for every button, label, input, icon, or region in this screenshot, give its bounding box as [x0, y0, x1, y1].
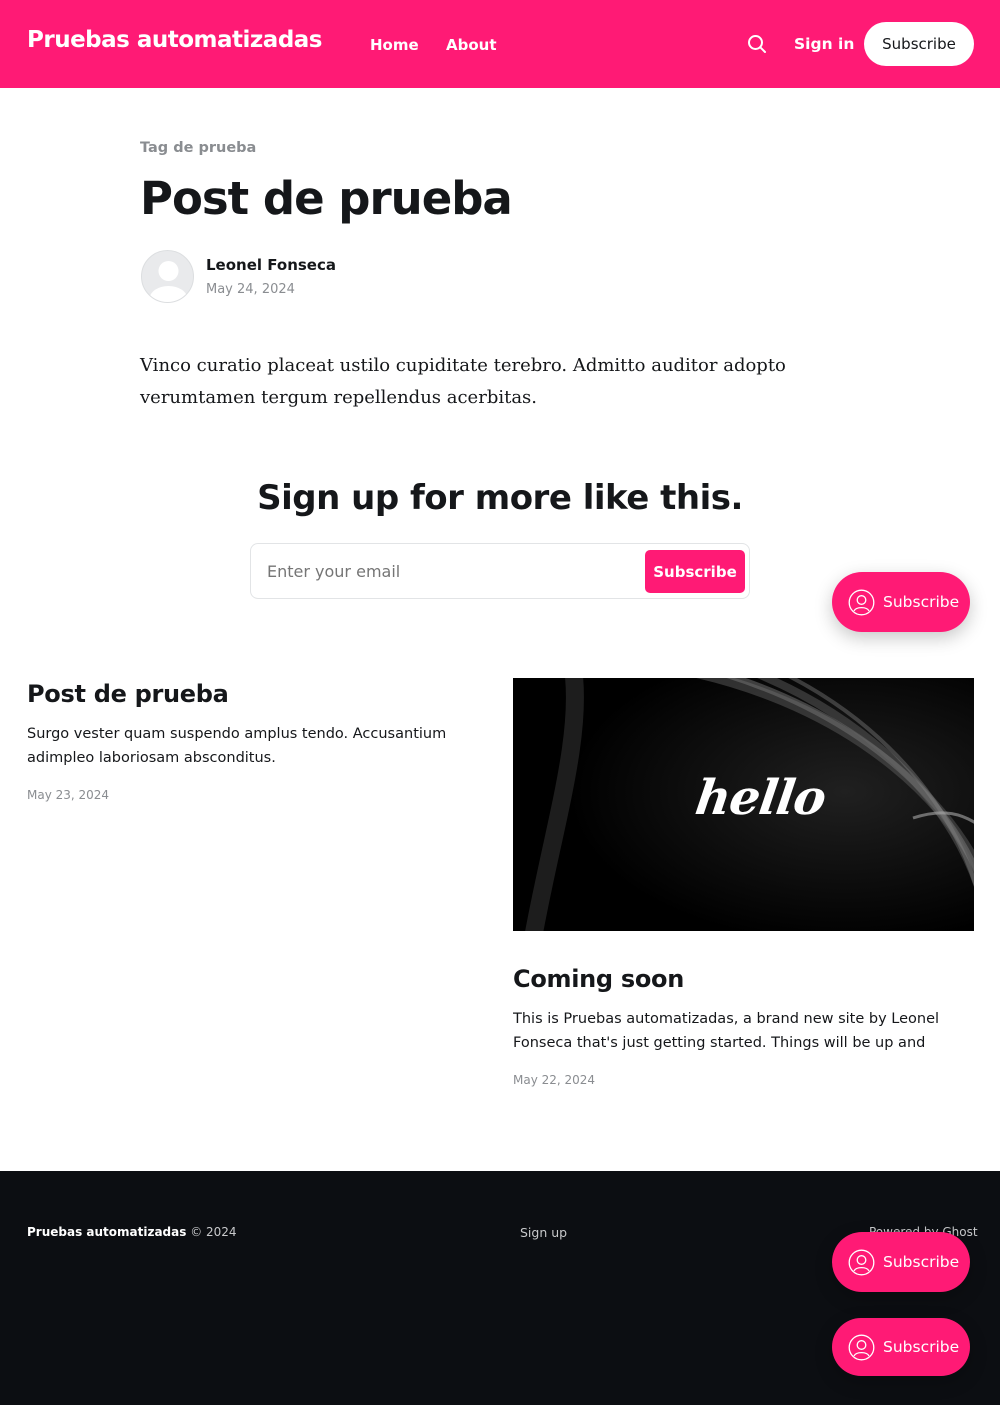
header-subscribe-button[interactable]: Subscribe	[864, 22, 974, 66]
feed-card-excerpt: This is Pruebas automatizadas, a brand n…	[513, 1011, 940, 1051]
portal-subscribe-button[interactable]: Subscribe	[832, 1232, 970, 1292]
site-title[interactable]: Pruebas automatizadas	[27, 27, 323, 53]
portal-subscribe-label: Subscribe	[883, 593, 960, 611]
email-input[interactable]	[267, 562, 627, 581]
post-content: Vinco curatio placeat ustilo cupiditate …	[140, 355, 786, 408]
sign-in-link[interactable]: Sign in	[794, 35, 854, 53]
author-avatar[interactable]	[141, 250, 194, 303]
user-circle-icon	[848, 589, 875, 615]
page-title: Post de prueba	[140, 172, 513, 225]
feed-card-title[interactable]: Post de prueba	[27, 680, 229, 708]
portal-subscribe-button[interactable]: Subscribe	[832, 572, 970, 632]
signup-subscribe-button[interactable]: Subscribe	[645, 550, 745, 593]
feed-card-date: May 23, 2024	[27, 788, 110, 802]
feed-card-excerpt: Surgo vester quam suspendo amplus tendo.…	[27, 726, 447, 766]
user-circle-icon	[848, 1334, 875, 1360]
post-tag[interactable]: Tag de prueba	[140, 140, 256, 156]
footer-signup-link[interactable]: Sign up	[520, 1225, 567, 1240]
image-caption: hello	[692, 770, 829, 826]
feed-card-date: May 22, 2024	[513, 1073, 596, 1087]
footer-brand[interactable]: Pruebas automatizadas	[27, 1225, 186, 1239]
footer-copyright: Pruebas automatizadas © 2024	[27, 1225, 237, 1239]
feed-card-image[interactable]: hello	[513, 678, 974, 931]
post-date: May 24, 2024	[206, 282, 295, 297]
feed-card-title[interactable]: Coming soon	[513, 965, 684, 993]
site-header: Pruebas automatizadas Home About Sign in…	[0, 0, 1000, 88]
nav-home[interactable]: Home	[370, 36, 419, 54]
search-icon[interactable]	[746, 33, 768, 55]
portal-subscribe-label: Subscribe	[883, 1253, 960, 1271]
portal-subscribe-label: Subscribe	[883, 1338, 960, 1356]
signup-heading: Sign up for more like this.	[257, 478, 743, 518]
signup-form: Subscribe	[250, 543, 750, 599]
user-circle-icon	[848, 1249, 875, 1275]
portal-subscribe-button[interactable]: Subscribe	[832, 1318, 970, 1376]
author-name[interactable]: Leonel Fonseca	[206, 256, 336, 274]
footer-year: © 2024	[186, 1225, 237, 1239]
nav-about[interactable]: About	[446, 36, 497, 54]
